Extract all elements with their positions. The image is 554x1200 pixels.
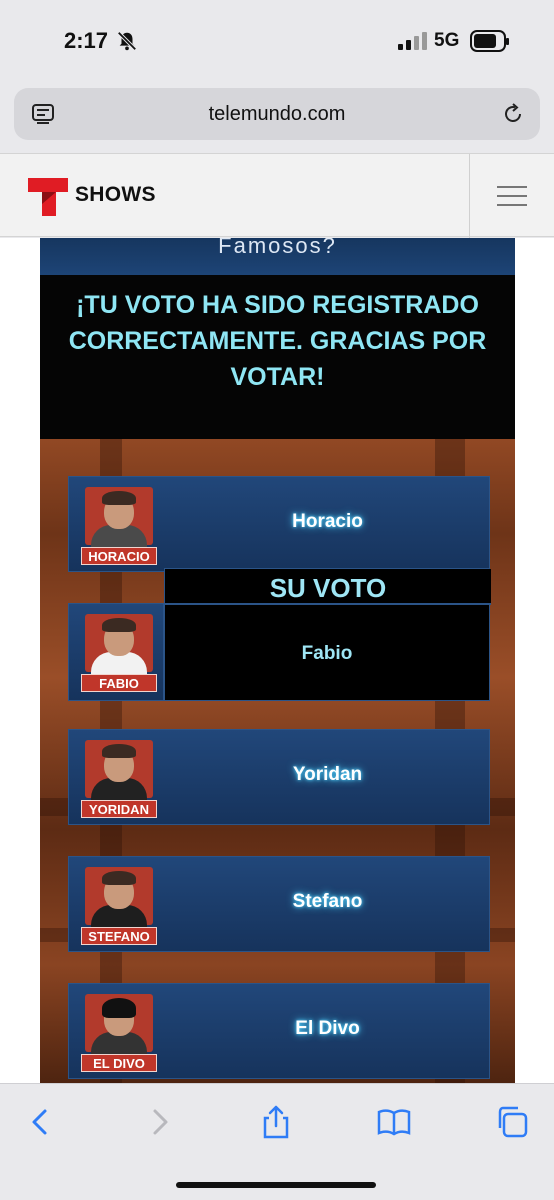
candidate-name: Horacio [292,511,363,532]
status-bar: 2:17 5G [0,0,554,80]
candidate-row-fabio[interactable]: FABIO [68,603,164,701]
signal-icon [398,32,427,50]
candidate-name: Stefano [292,891,363,912]
bell-muted-icon [117,31,137,51]
battery-icon [470,30,509,52]
candidate-row-stefano[interactable]: STEFANO Stefano [68,856,490,952]
candidate-row-yoridan[interactable]: YORIDAN Yoridan [68,729,490,825]
voted-candidate-name: Fabio [301,643,353,664]
candidate-tag: FABIO [81,674,157,692]
your-vote-title: SU VOTO [165,569,491,605]
page-content: Famosos? ¡TU VOTO HA SIDO REGISTRADO COR… [0,238,554,1083]
hamburger-menu-icon[interactable] [497,184,527,208]
telemundo-logo-icon[interactable] [26,174,70,218]
candidate-tag: STEFANO [81,927,157,945]
your-vote-box: SU VOTO Fabio [164,568,491,701]
candidate-photo: YORIDAN [81,738,157,818]
network-label: 5G [434,30,460,51]
header-divider [469,154,470,238]
candidate-name: Yoridan [292,764,363,785]
candidate-row-el-divo[interactable]: EL DIVO El Divo [68,983,490,1079]
forward-icon[interactable] [142,1104,178,1140]
candidate-row-horacio[interactable]: HORACIO Horacio [68,476,490,572]
home-indicator [176,1182,376,1188]
candidate-photo: HORACIO [81,485,157,565]
candidate-tag: EL DIVO [81,1054,157,1072]
vote-confirmation: ¡TU VOTO HA SIDO REGISTRADO CORRECTAMENT… [40,275,515,439]
reload-icon[interactable] [500,101,526,127]
candidate-photo: FABIO [81,612,157,692]
back-icon[interactable] [22,1104,58,1140]
site-header: SHOWS [0,153,554,238]
candidate-photo: STEFANO [81,865,157,945]
status-time: 2:17 [64,28,109,53]
url-text[interactable]: telemundo.com [14,103,540,126]
candidate-tag: YORIDAN [81,800,157,818]
vote-panel: Famosos? ¡TU VOTO HA SIDO REGISTRADO COR… [40,238,515,1083]
address-bar[interactable]: telemundo.com [14,88,540,140]
share-icon[interactable] [258,1104,294,1140]
candidate-tag: HORACIO [81,547,157,565]
tabs-icon[interactable] [494,1104,530,1140]
poll-title-partial: Famosos? [40,238,515,275]
candidate-photo: EL DIVO [81,992,157,1072]
bookmarks-icon[interactable] [376,1104,412,1140]
section-label[interactable]: SHOWS [75,183,156,207]
candidate-name: El Divo [295,1018,360,1039]
